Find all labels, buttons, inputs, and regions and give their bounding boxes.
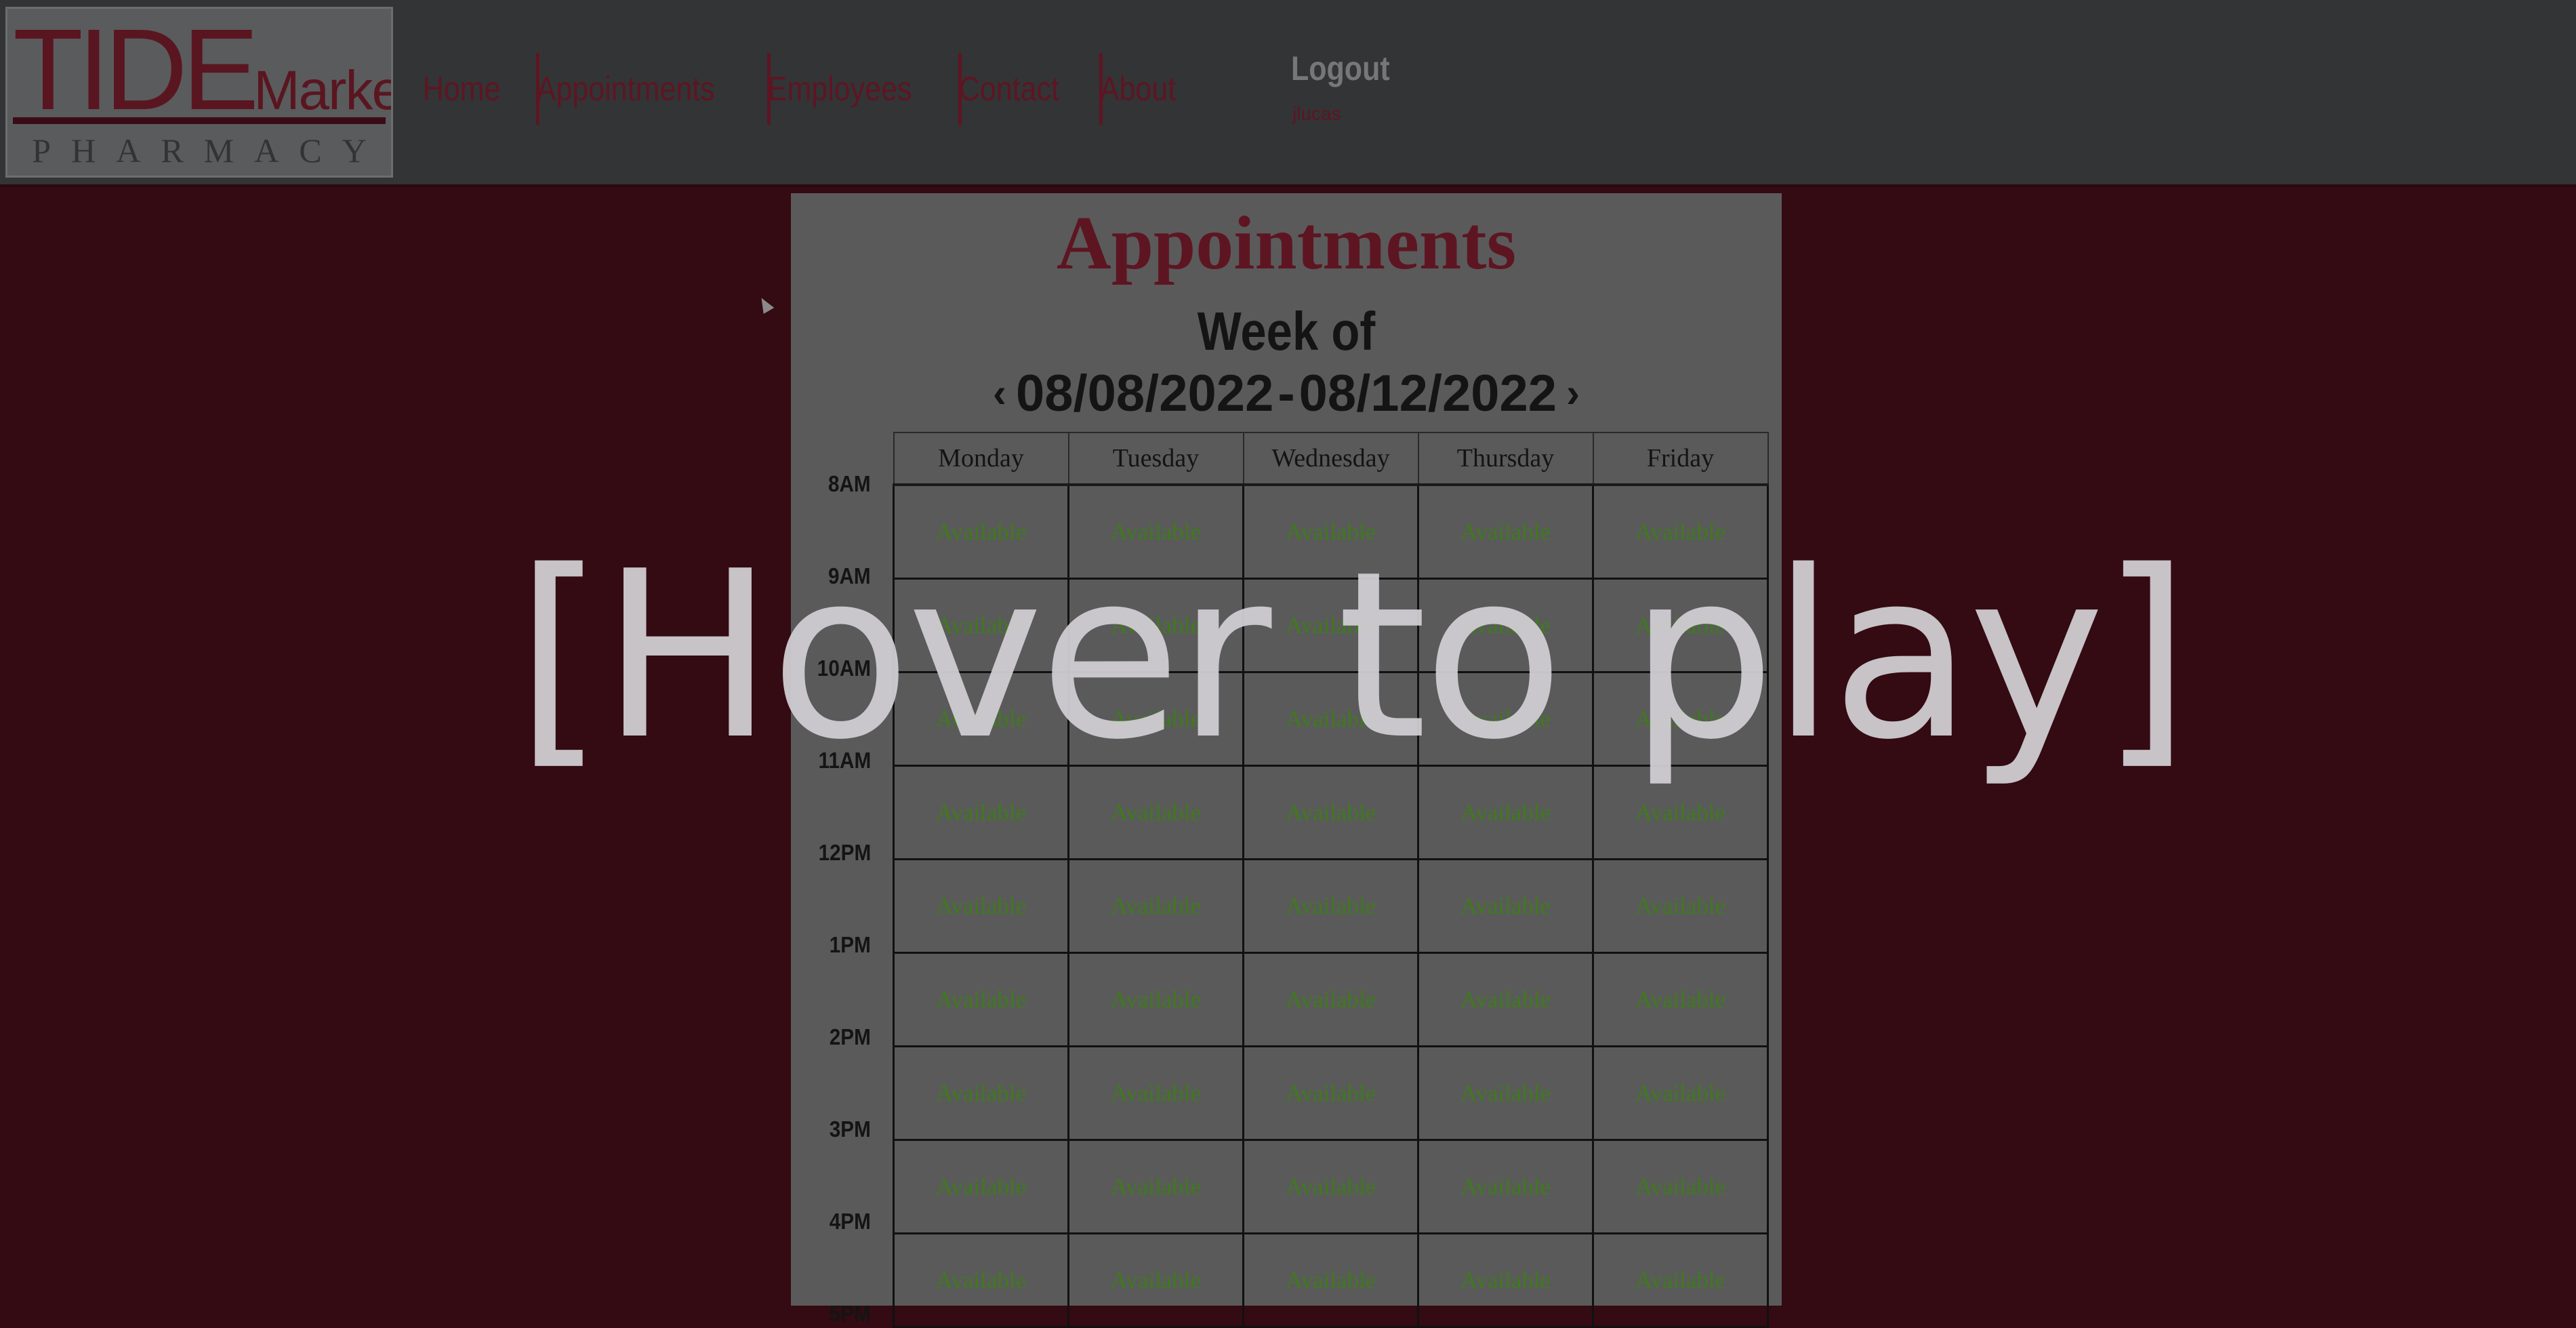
week-of-label: Week of (1197, 301, 1376, 361)
available-slot[interactable]: Available (1242, 1046, 1419, 1141)
nav-employees[interactable]: Employees (750, 53, 929, 125)
available-slot[interactable]: Available (1417, 1233, 1594, 1328)
available-slot[interactable]: Available (1592, 859, 1769, 954)
next-week-icon[interactable]: › (1557, 369, 1589, 416)
mouse-cursor-icon (756, 294, 775, 315)
day-header-row: Monday Tuesday Wednesday Thursday Friday (893, 432, 1769, 486)
hover-to-play-overlay[interactable]: [Hover to play] (515, 522, 2190, 790)
day-header-tuesday: Tuesday (1067, 432, 1244, 486)
available-slot[interactable]: Available (1592, 1046, 1769, 1141)
available-slot[interactable]: Available (1417, 1046, 1594, 1141)
available-slot[interactable]: Available (1417, 1140, 1594, 1234)
available-slot[interactable]: Available (893, 952, 1069, 1047)
available-slot[interactable]: Available (1067, 1046, 1244, 1141)
available-slot[interactable]: Available (1592, 952, 1769, 1047)
available-slot[interactable]: Available (1417, 859, 1594, 954)
week-range: ‹ 08/08/2022-08/12/2022 › (791, 364, 1782, 423)
available-slot[interactable]: Available (1242, 952, 1419, 1047)
main-nav: Home Appointments Employees Contact Abou… (405, 53, 1211, 125)
table-row: Available Available Available Available Avai… (893, 1233, 1769, 1328)
nav-home[interactable]: Home (405, 53, 518, 125)
prev-week-icon[interactable]: ‹ (983, 369, 1016, 416)
available-slot[interactable]: Available (1592, 1233, 1769, 1328)
week-separator: - (1277, 365, 1295, 422)
logout-link[interactable]: Logout (1291, 49, 1390, 88)
site-header: TIDEMarket PHARMACY Home Appointments Em… (0, 0, 2576, 187)
time-label: 3PM (829, 1116, 871, 1142)
table-row: Available Available Available Available Avai… (893, 952, 1769, 1047)
pharmacy-logo[interactable]: TIDEMarket PHARMACY (5, 7, 393, 178)
nav-contact[interactable]: Contact (941, 53, 1077, 125)
logo-divider (13, 117, 386, 124)
time-label: 8AM (828, 471, 871, 496)
username-label: jlucas (1292, 103, 1341, 124)
logo-subtitle: PHARMACY (32, 132, 387, 169)
available-slot[interactable]: Available (1067, 1140, 1244, 1234)
available-slot[interactable]: Available (893, 859, 1069, 954)
table-row: Available Available Available Available Avai… (893, 1140, 1769, 1234)
week-start: 08/08/2022 (1015, 365, 1274, 422)
table-row: Available Available Available Available Avai… (893, 1046, 1769, 1141)
available-slot[interactable]: Available (1242, 859, 1419, 954)
available-slot[interactable]: Available (1067, 1233, 1244, 1328)
available-slot[interactable]: Available (1242, 1233, 1419, 1328)
time-label: 12PM (818, 840, 871, 865)
available-slot[interactable]: Available (1067, 859, 1244, 954)
time-label: 5PM (829, 1301, 871, 1326)
time-label: 4PM (829, 1209, 871, 1234)
table-row: Available Available Available Available Avai… (893, 859, 1769, 954)
logo-tide: TIDE (13, 7, 259, 134)
nav-appointments[interactable]: Appointments (519, 53, 733, 125)
available-slot[interactable]: Available (1067, 952, 1244, 1047)
time-label: 2PM (829, 1024, 871, 1049)
available-slot[interactable]: Available (1592, 1140, 1769, 1234)
nav-about[interactable]: About (1082, 53, 1193, 125)
day-header-wednesday: Wednesday (1242, 432, 1419, 486)
day-header-thursday: Thursday (1417, 432, 1594, 486)
available-slot[interactable]: Available (893, 1140, 1069, 1234)
available-slot[interactable]: Available (1417, 952, 1594, 1047)
available-slot[interactable]: Available (893, 1046, 1069, 1141)
day-header-monday: Monday (893, 432, 1069, 486)
week-end: 08/12/2022 (1299, 365, 1557, 422)
day-header-friday: Friday (1592, 432, 1769, 486)
time-label: 1PM (829, 932, 871, 957)
logo-market: Market (253, 60, 391, 121)
available-slot[interactable]: Available (893, 1233, 1069, 1328)
page-title: Appointments (1056, 201, 1517, 285)
available-slot[interactable]: Available (1242, 1140, 1419, 1234)
